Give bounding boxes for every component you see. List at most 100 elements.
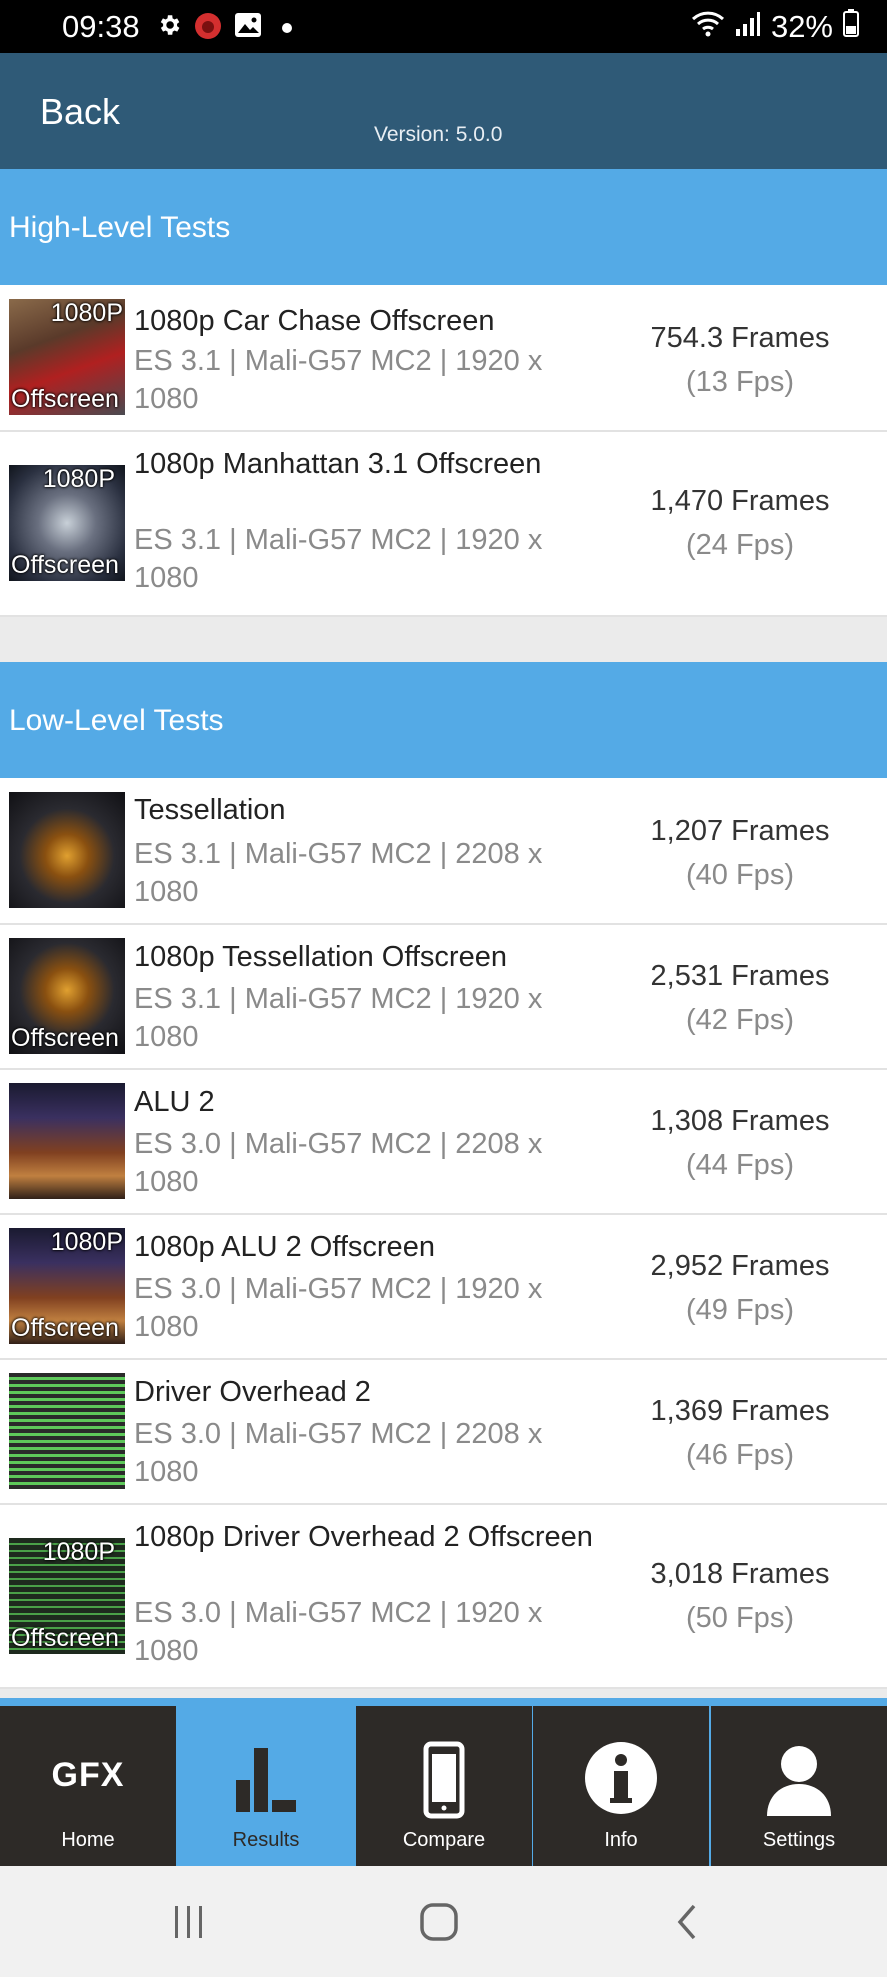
result-frames: 2,531 Frames (650, 960, 830, 992)
thumb-label-top: 1080P (42, 465, 115, 493)
tab-label: Compare (402, 1829, 486, 1851)
test-title: Tessellation (134, 794, 286, 826)
image-icon (234, 12, 262, 43)
battery-level: 32% (770, 9, 833, 44)
thumb-label-top: 1080P (50, 299, 123, 327)
list-item[interactable]: Offscreen 1080p Tessellation Offscreen E… (0, 925, 887, 1070)
test-title: ALU 2 (134, 1086, 215, 1118)
test-subtitle: ES 3.1 | Mali-G57 MC2 | 1920 x 1080 (134, 524, 543, 594)
list-item[interactable]: 1080P Offscreen 1080p Driver Overhead 2 … (0, 1505, 887, 1689)
tab-results[interactable]: Results (178, 1706, 354, 1866)
section-title: Low-Level Tests (9, 704, 224, 737)
home-nav-icon[interactable] (419, 1902, 459, 1947)
list-item[interactable]: 1080P Offscreen 1080p Car Chase Offscree… (0, 285, 887, 432)
list-item[interactable]: 1080P Offscreen 1080p Manhattan 3.1 Offs… (0, 432, 887, 617)
thumb-label-bottom: Offscreen (11, 385, 119, 413)
test-subtitle: ES 3.1 | Mali-G57 MC2 | 1920 x 1080 (134, 345, 543, 415)
test-result: 3,018 Frames (50 Fps) (600, 1552, 880, 1640)
test-thumbnail: 1080P Offscreen (9, 1538, 125, 1654)
test-title: 1080p Driver Overhead 2 Offscreen (134, 1521, 593, 1553)
test-thumbnail (9, 1373, 125, 1489)
section-title: High-Level Tests (9, 211, 231, 244)
test-subtitle: ES 3.1 | Mali-G57 MC2 | 2208 x 1080 (134, 838, 543, 908)
tab-compare[interactable]: Compare (356, 1706, 532, 1866)
signal-icon (735, 9, 761, 45)
list-item[interactable]: 1080P Offscreen 1080p ALU 2 Offscreen ES… (0, 1215, 887, 1360)
test-result: 1,308 Frames (44 Fps) (600, 1099, 880, 1187)
bar-chart-icon (178, 1736, 354, 1816)
result-frames: 3,018 Frames (650, 1558, 830, 1590)
result-frames: 754.3 Frames (650, 322, 830, 354)
section-header-low-level: Low-Level Tests (0, 662, 887, 778)
result-fps: (13 Fps) (686, 366, 794, 398)
test-title: 1080p Manhattan 3.1 Offscreen (134, 448, 542, 480)
result-frames: 1,369 Frames (650, 1395, 830, 1427)
thumb-label-bottom: Offscreen (11, 1314, 119, 1342)
tab-label: Settings (762, 1829, 836, 1851)
test-thumbnail (9, 1083, 125, 1199)
test-title: 1080p Tessellation Offscreen (134, 941, 507, 973)
test-subtitle: ES 3.0 | Mali-G57 MC2 | 1920 x 1080 (134, 1597, 543, 1667)
tab-settings[interactable]: Settings (711, 1706, 887, 1866)
tab-home[interactable]: GFX Home (0, 1706, 176, 1866)
wifi-icon (691, 9, 725, 45)
battery-icon (843, 9, 859, 45)
test-thumbnail (9, 792, 125, 908)
test-subtitle: ES 3.0 | Mali-G57 MC2 | 1920 x 1080 (134, 1273, 543, 1343)
test-result: 1,470 Frames (24 Fps) (600, 479, 880, 567)
test-result: 1,207 Frames (40 Fps) (600, 809, 880, 897)
thumb-label-bottom: Offscreen (11, 1024, 119, 1052)
dot-icon (282, 20, 292, 38)
thumb-label-bottom: Offscreen (11, 551, 119, 579)
test-thumbnail: 1080P Offscreen (9, 465, 125, 581)
system-nav-bar (0, 1866, 887, 1977)
thumb-label-bottom: Offscreen (11, 1624, 119, 1652)
result-fps: (42 Fps) (686, 1004, 794, 1036)
version-label: Version: 5.0.0 (374, 123, 503, 146)
result-fps: (49 Fps) (686, 1294, 794, 1326)
status-bar: 09:38 32% (0, 0, 887, 53)
result-frames: 2,952 Frames (650, 1250, 830, 1282)
test-title: 1080p Car Chase Offscreen (134, 305, 495, 337)
test-result: 754.3 Frames (13 Fps) (600, 316, 880, 404)
result-fps: (24 Fps) (686, 529, 794, 561)
section-header-high-level: High-Level Tests (0, 169, 887, 285)
thumb-label-top: 1080P (50, 1228, 123, 1256)
result-frames: 1,207 Frames (650, 815, 830, 847)
status-time: 09:38 (62, 9, 140, 44)
test-subtitle: ES 3.0 | Mali-G57 MC2 | 2208 x 1080 (134, 1128, 543, 1198)
back-button[interactable]: Back (40, 91, 120, 133)
test-result: 2,952 Frames (49 Fps) (600, 1244, 880, 1332)
app-bar: Back Version: 5.0.0 (0, 53, 887, 169)
thumb-label-top: 1080P (42, 1538, 115, 1566)
list-item[interactable]: ALU 2 ES 3.0 | Mali-G57 MC2 | 2208 x 108… (0, 1070, 887, 1215)
app-notification-icon (194, 12, 222, 45)
test-thumbnail: 1080P Offscreen (9, 299, 125, 415)
result-fps: (44 Fps) (686, 1149, 794, 1181)
bottom-tab-bar: GFX Home Results Compare Info Settings (0, 1698, 887, 1866)
gfx-logo-icon: GFX (0, 1736, 176, 1816)
test-subtitle: ES 3.1 | Mali-G57 MC2 | 1920 x 1080 (134, 983, 543, 1053)
recent-apps-icon[interactable] (171, 1904, 207, 1945)
test-thumbnail: 1080P Offscreen (9, 1228, 125, 1344)
user-icon (711, 1736, 887, 1816)
tab-label: Home (61, 1829, 115, 1851)
test-subtitle: ES 3.0 | Mali-G57 MC2 | 2208 x 1080 (134, 1418, 543, 1488)
result-fps: (40 Fps) (686, 859, 794, 891)
test-result: 2,531 Frames (42 Fps) (600, 954, 880, 1042)
test-thumbnail: Offscreen (9, 938, 125, 1054)
result-frames: 1,470 Frames (650, 485, 830, 517)
test-title: 1080p ALU 2 Offscreen (134, 1231, 435, 1263)
list-item[interactable]: Driver Overhead 2 ES 3.0 | Mali-G57 MC2 … (0, 1360, 887, 1505)
phone-icon (356, 1736, 532, 1819)
test-title: Driver Overhead 2 (134, 1376, 371, 1408)
gfx-logo-text: GFX (51, 1756, 125, 1794)
result-frames: 1,308 Frames (650, 1105, 830, 1137)
tab-label: Info (604, 1829, 638, 1851)
tab-info[interactable]: Info (533, 1706, 709, 1866)
list-item[interactable]: Tessellation ES 3.1 | Mali-G57 MC2 | 220… (0, 778, 887, 925)
back-nav-icon[interactable] (672, 1902, 702, 1947)
tab-label: Results (232, 1829, 300, 1851)
result-fps: (50 Fps) (686, 1602, 794, 1634)
gear-icon (156, 12, 182, 43)
